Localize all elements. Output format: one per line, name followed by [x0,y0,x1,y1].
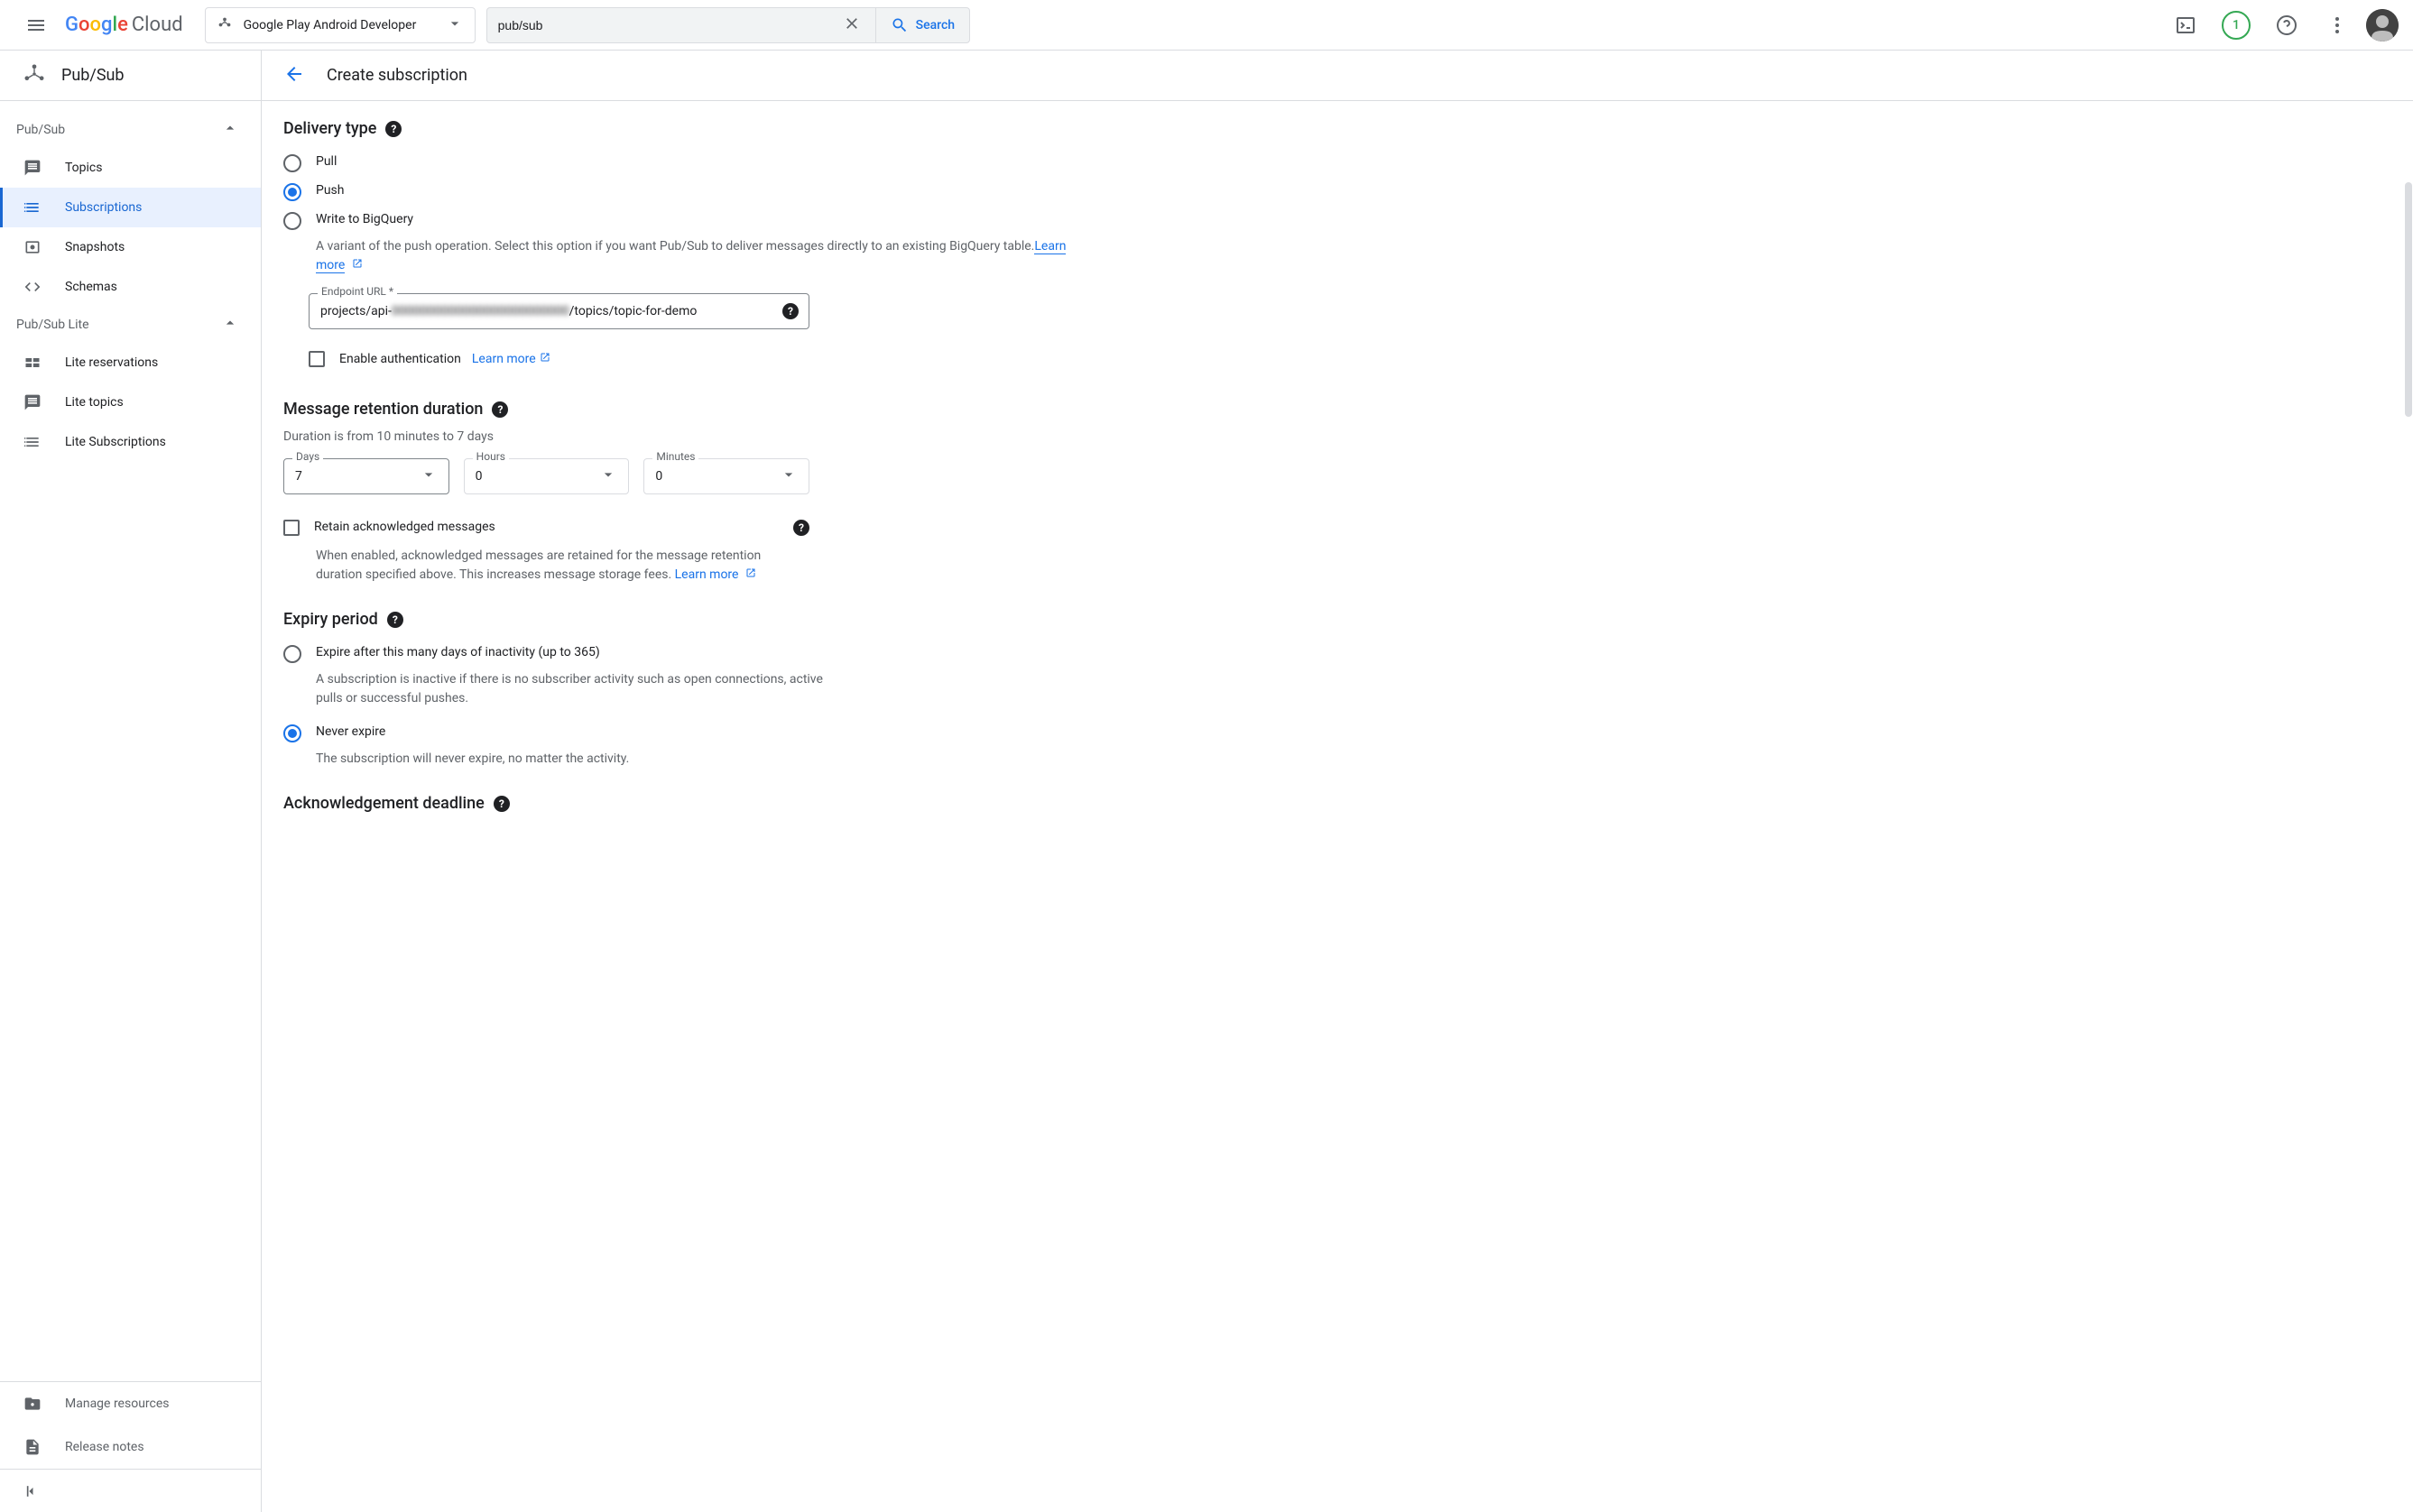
content-area: Create subscription Delivery type ? Pull… [262,51,2413,1512]
notifications-icon[interactable]: 1 [2214,4,2258,47]
search-clear-icon[interactable] [839,11,864,40]
project-name: Google Play Android Developer [244,18,439,32]
hours-select[interactable]: Hours 0 [464,458,630,494]
external-link-icon [742,567,756,582]
chevron-down-icon [780,466,798,487]
lite-subscriptions-icon [22,433,43,451]
help-icon[interactable]: ? [387,612,403,628]
hamburger-menu[interactable] [14,4,58,47]
content-header: Create subscription [262,51,2413,101]
topics-icon [22,159,43,177]
radio-button[interactable] [283,724,301,742]
sidebar-group-pubsub-lite[interactable]: Pub/Sub Lite [0,307,261,343]
endpoint-url-field: Endpoint URL * projects/api-000000000000… [309,293,809,329]
radio-expire-inactive[interactable]: Expire after this many days of inactivit… [283,640,1070,668]
project-selector[interactable]: Google Play Android Developer [205,7,476,43]
days-select[interactable]: Days 7 [283,458,449,494]
enable-auth-checkbox[interactable] [309,351,325,367]
help-icon[interactable]: ? [782,303,799,319]
sidebar-manage-resources[interactable]: Manage resources [0,1382,261,1425]
enable-auth-row: Enable authentication Learn more [309,344,1070,374]
help-icon[interactable]: ? [494,796,510,812]
lite-reservations-icon [22,354,43,372]
retain-ack-row: Retain acknowledged messages ? [283,512,809,545]
schemas-icon [22,278,43,296]
sidebar-item-lite-reservations[interactable]: Lite reservations [0,343,261,383]
help-icon[interactable]: ? [492,401,508,418]
radio-button[interactable] [283,645,301,663]
google-cloud-logo[interactable]: Google Cloud [65,14,183,36]
external-link-icon [536,352,550,366]
bigquery-description: A variant of the push operation. Select … [316,237,1070,275]
sidebar-group-pubsub[interactable]: Pub/Sub [0,112,261,148]
chevron-down-icon [599,466,617,487]
external-link-icon [348,258,363,272]
sidebar-item-snapshots[interactable]: Snapshots [0,227,261,267]
search-container: Search [486,7,970,43]
sidebar-release-notes[interactable]: Release notes [0,1425,261,1469]
sidebar-item-subscriptions[interactable]: Subscriptions [0,188,261,227]
help-icon[interactable]: ? [385,121,402,137]
top-header: Google Cloud Google Play Android Develop… [0,0,2413,51]
radio-push[interactable]: Push [283,178,1070,207]
search-input[interactable] [498,18,839,32]
radio-never-expire[interactable]: Never expire [283,719,1070,748]
page-title: Create subscription [327,66,467,85]
retain-ack-checkbox[interactable] [283,520,300,536]
help-icon[interactable] [2265,4,2308,47]
chevron-up-icon [221,314,239,336]
radio-button[interactable] [283,154,301,172]
retention-hint: Duration is from 10 minutes to 7 days [283,429,1070,444]
radio-bigquery[interactable]: Write to BigQuery [283,207,1070,235]
chevron-up-icon [221,119,239,141]
radio-button[interactable] [283,212,301,230]
more-options-icon[interactable] [2316,4,2359,47]
minutes-select[interactable]: Minutes 0 [643,458,809,494]
sidebar-item-lite-topics[interactable]: Lite topics [0,383,261,422]
user-avatar[interactable] [2366,9,2399,41]
sidebar-collapse-button[interactable] [0,1469,261,1512]
retain-learn-more-link[interactable]: Learn more [675,567,739,582]
snapshots-icon [22,238,43,256]
delivery-type-heading: Delivery type ? [283,119,1070,138]
chevron-down-icon [420,466,438,487]
back-button[interactable] [283,63,305,88]
endpoint-url-label: Endpoint URL * [318,285,397,298]
sidebar: Pub/Sub Pub/Sub Topics Subscriptions Sna… [0,51,262,1512]
cloud-shell-icon[interactable] [2164,4,2207,47]
sidebar-item-lite-subscriptions[interactable]: Lite Subscriptions [0,422,261,462]
search-button[interactable]: Search [875,8,969,42]
folder-gear-icon [22,1395,43,1413]
project-icon [217,15,233,35]
subscriptions-icon [22,198,43,217]
sidebar-item-schemas[interactable]: Schemas [0,267,261,307]
retention-heading: Message retention duration ? [283,400,1070,419]
chevron-down-icon [446,14,464,36]
lite-topics-icon [22,393,43,411]
help-icon[interactable]: ? [793,520,809,536]
auth-learn-more-link[interactable]: Learn more [472,352,536,366]
radio-button[interactable] [283,183,301,201]
ack-deadline-heading: Acknowledgement deadline ? [283,794,1070,813]
sidebar-item-topics[interactable]: Topics [0,148,261,188]
scrollbar[interactable] [2404,101,2413,1512]
radio-pull[interactable]: Pull [283,149,1070,178]
sidebar-product-header[interactable]: Pub/Sub [0,51,261,101]
retain-ack-description: When enabled, acknowledged messages are … [316,547,803,585]
endpoint-url-input[interactable]: projects/api-0000000000000000000000000/t… [309,293,809,329]
expiry-heading: Expiry period ? [283,610,1070,629]
document-icon [22,1438,43,1456]
pubsub-icon [22,61,47,90]
expire-inactive-description: A subscription is inactive if there is n… [316,670,839,708]
never-expire-description: The subscription will never expire, no m… [316,750,1070,769]
